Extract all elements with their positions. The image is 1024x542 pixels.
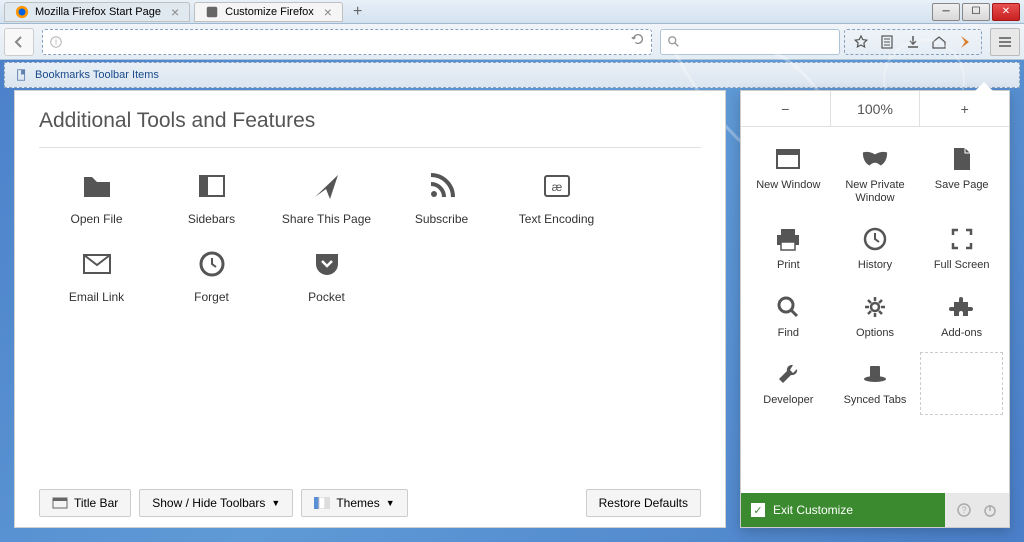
bottom-bar: Title Bar Show / Hide Toolbars ▼ Themes …: [39, 479, 701, 517]
zoom-in-button[interactable]: +: [920, 91, 1009, 126]
bookmarks-icon: [15, 68, 29, 82]
tools-grid: Open File Sidebars Share This Page Subscrib…: [39, 164, 701, 310]
menu-label: Developer: [763, 394, 813, 407]
menu-item-puzzle[interactable]: Add-ons: [918, 283, 1005, 350]
tool-item-rss[interactable]: Subscribe: [384, 164, 499, 232]
tool-label: Share This Page: [282, 212, 371, 226]
tool-label: Pocket: [308, 290, 345, 304]
sidebar-icon: [196, 170, 228, 202]
zoom-level[interactable]: 100%: [831, 91, 921, 126]
restore-defaults-button[interactable]: Restore Defaults: [586, 489, 701, 517]
close-icon[interactable]: ×: [171, 4, 179, 20]
tool-label: Email Link: [69, 290, 124, 304]
tool-item-sidebar[interactable]: Sidebars: [154, 164, 269, 232]
tool-label: Forget: [194, 290, 229, 304]
tab-customize[interactable]: Customize Firefox ×: [194, 2, 343, 22]
svg-text:i: i: [55, 37, 57, 46]
zoom-out-button[interactable]: −: [741, 91, 831, 126]
menu-item-window[interactable]: New Window: [745, 135, 832, 215]
menu-label: Add-ons: [941, 327, 982, 340]
menu-label: Full Screen: [934, 259, 990, 272]
tool-item-mail[interactable]: Email Link: [39, 242, 154, 310]
tool-label: Sidebars: [188, 212, 235, 226]
puzzle-icon: [948, 293, 976, 321]
wrench-icon: [774, 360, 802, 388]
tool-item-folder[interactable]: Open File: [39, 164, 154, 232]
menu-label: History: [858, 259, 892, 272]
info-icon: i: [49, 35, 63, 49]
tool-label: Subscribe: [415, 212, 468, 226]
checkbox-icon: ✓: [751, 503, 765, 517]
svg-text:æ: æ: [551, 180, 562, 194]
menu-item-gear[interactable]: Options: [832, 283, 919, 350]
customize-panel: Additional Tools and Features Open File S…: [14, 90, 726, 528]
mail-icon: [81, 248, 113, 280]
tool-label: Text Encoding: [519, 212, 594, 226]
tab-label: Customize Firefox: [225, 6, 314, 18]
chevron-down-icon: ▼: [271, 498, 280, 508]
menu-label: Print: [777, 259, 800, 272]
show-hide-toolbars-button[interactable]: Show / Hide Toolbars ▼: [139, 489, 293, 517]
page-icon: [948, 145, 976, 173]
hat-icon: [861, 360, 889, 388]
magnify-icon: [774, 293, 802, 321]
menu-label: Options: [856, 327, 894, 340]
menu-footer: ✓ Exit Customize ?: [741, 493, 1009, 527]
menu-label: Synced Tabs: [844, 394, 907, 407]
window-icon: [774, 145, 802, 173]
title-bar-button[interactable]: Title Bar: [39, 489, 131, 517]
menu-item-fullscreen[interactable]: Full Screen: [918, 215, 1005, 282]
back-button[interactable]: [4, 28, 34, 56]
menu-label: Save Page: [935, 179, 989, 192]
gear-icon: [205, 5, 219, 19]
panel-title: Additional Tools and Features: [39, 109, 701, 148]
menu-item-print[interactable]: Print: [745, 215, 832, 282]
close-icon[interactable]: ×: [324, 4, 332, 20]
themes-button[interactable]: Themes ▼: [301, 489, 407, 517]
tool-label: Open File: [70, 212, 122, 226]
mask-icon: [861, 145, 889, 173]
menu-item-magnify[interactable]: Find: [745, 283, 832, 350]
folder-icon: [81, 170, 113, 202]
tool-item-share[interactable]: Share This Page: [269, 164, 384, 232]
encoding-icon: æ: [541, 170, 573, 202]
menu-item-wrench[interactable]: Developer: [745, 350, 832, 417]
fullscreen-icon: [948, 225, 976, 253]
tool-item-encoding[interactable]: æ Text Encoding: [499, 164, 614, 232]
power-icon[interactable]: [979, 499, 1001, 521]
tab-label: Mozilla Firefox Start Page: [35, 6, 161, 18]
menu-panel: − 100% + New Window New Private Window Sav…: [740, 90, 1010, 528]
menu-item-clock[interactable]: History: [832, 215, 919, 282]
bookmarks-label: Bookmarks Toolbar Items: [35, 69, 159, 81]
menu-grid: New Window New Private Window Save Page Pri…: [741, 127, 1009, 425]
menu-item-page[interactable]: Save Page: [918, 135, 1005, 215]
gear-icon: [861, 293, 889, 321]
svg-text:?: ?: [961, 505, 966, 515]
share-icon: [311, 170, 343, 202]
new-tab-button[interactable]: +: [347, 3, 368, 21]
help-icon[interactable]: ?: [953, 499, 975, 521]
print-icon: [774, 225, 802, 253]
tool-item-pocket[interactable]: Pocket: [269, 242, 384, 310]
menu-item-hat[interactable]: Synced Tabs: [832, 350, 919, 417]
clock-icon: [861, 225, 889, 253]
chevron-down-icon: ▼: [386, 498, 395, 508]
exit-customize-button[interactable]: Exit Customize: [773, 503, 853, 517]
menu-label: New Private Window: [836, 179, 915, 205]
tab-start-page[interactable]: Mozilla Firefox Start Page ×: [4, 2, 190, 22]
pocket-icon: [311, 248, 343, 280]
menu-item-empty: [920, 352, 1003, 415]
firefox-icon: [15, 5, 29, 19]
tool-item-forget[interactable]: Forget: [154, 242, 269, 310]
zoom-controls: − 100% +: [741, 91, 1009, 127]
menu-label: Find: [778, 327, 799, 340]
url-bar[interactable]: i: [42, 29, 652, 55]
rss-icon: [426, 170, 458, 202]
menu-item-mask[interactable]: New Private Window: [832, 135, 919, 215]
menu-label: New Window: [756, 179, 820, 192]
forget-icon: [196, 248, 228, 280]
